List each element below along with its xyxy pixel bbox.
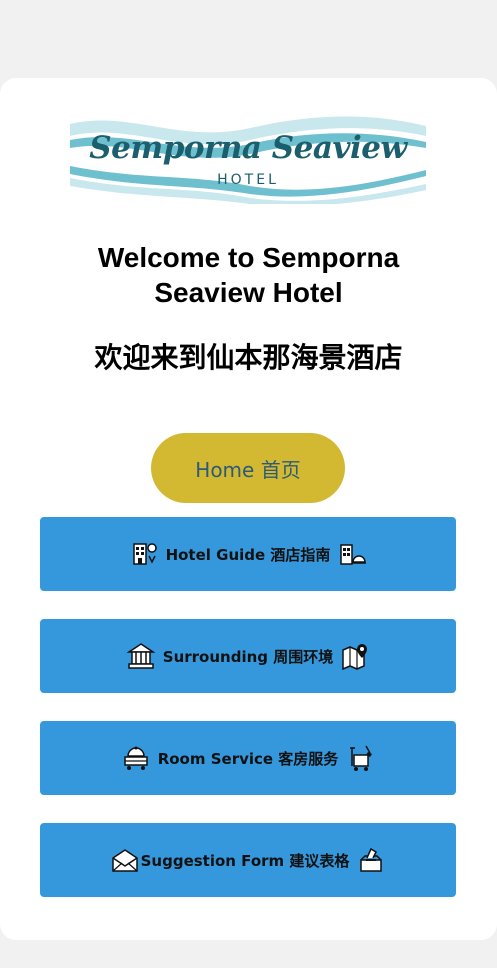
home-button[interactable]: Home 首页 xyxy=(151,433,345,503)
logo-title: Semporna Seaview xyxy=(89,130,407,166)
suggestion-form-label: Suggestion Form 建议表格 xyxy=(140,851,350,870)
hotel-logo: Semporna Seaview HOTEL xyxy=(70,114,426,204)
room-service-label: Room Service 客房服务 xyxy=(157,749,339,768)
logo-subtitle: HOTEL xyxy=(217,172,279,188)
room-service-button[interactable]: Room Service 客房服务 xyxy=(40,721,456,795)
surrounding-button[interactable]: Surrounding 周围环境 xyxy=(40,619,456,693)
main-card: Semporna Seaview HOTEL Welcome to Sempor… xyxy=(0,78,497,940)
room-service-cart-icon xyxy=(122,744,150,772)
envelope-icon xyxy=(111,846,139,874)
hotel-bell-icon xyxy=(338,540,367,568)
temple-icon xyxy=(126,642,155,670)
ballot-box-icon xyxy=(357,846,385,874)
welcome-heading-en: Welcome to Semporna Seaview Hotel xyxy=(97,242,400,308)
surrounding-label: Surrounding 周围环境 xyxy=(162,647,334,666)
map-pin-icon xyxy=(341,642,369,670)
cleaning-cart-icon xyxy=(346,744,374,772)
welcome-heading-zh: 欢迎来到仙本那海景酒店 xyxy=(94,341,403,374)
hotel-guide-button[interactable]: Hotel Guide 酒店指南 xyxy=(40,517,456,591)
hotel-guide-label: Hotel Guide 酒店指南 xyxy=(165,545,331,564)
suggestion-form-button[interactable]: Suggestion Form 建议表格 xyxy=(40,823,456,897)
building-pin-icon xyxy=(130,540,158,568)
